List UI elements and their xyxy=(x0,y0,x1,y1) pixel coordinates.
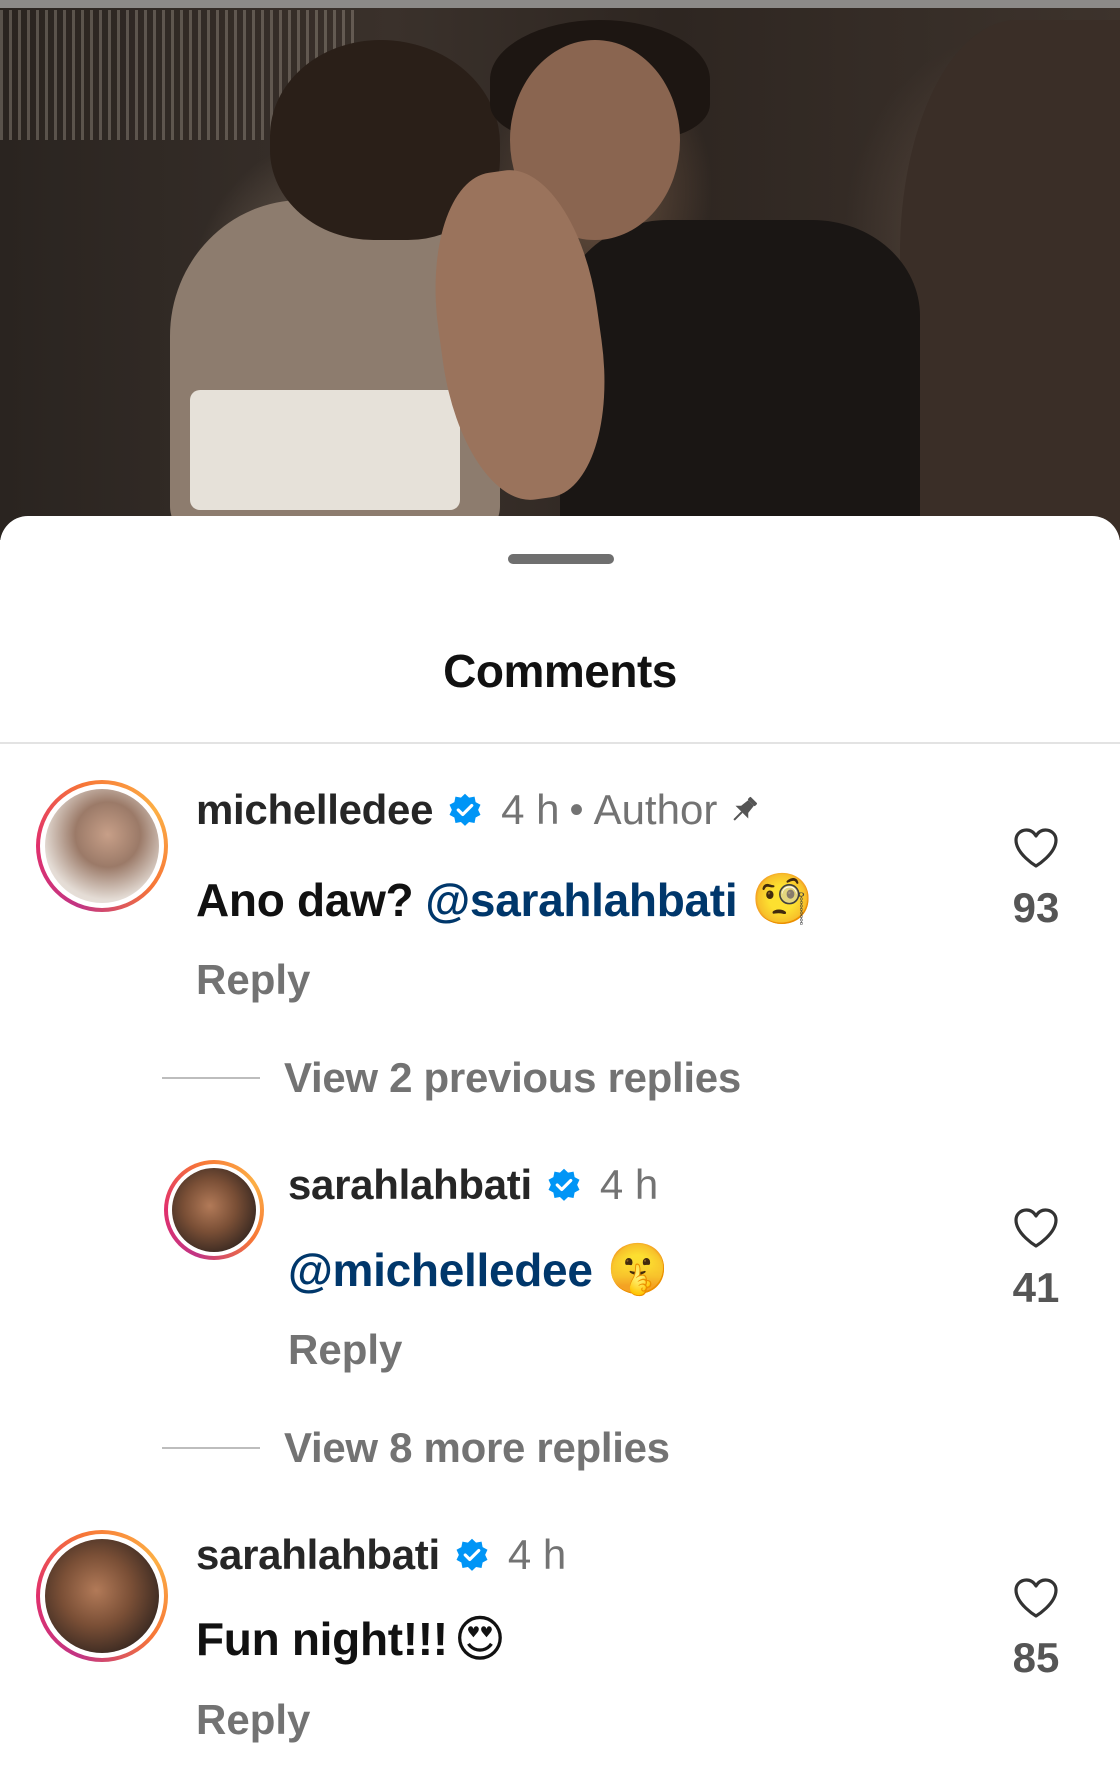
like-count: 85 xyxy=(1012,1634,1060,1681)
comment-text: Ano daw? @sarahlahbati 🧐 xyxy=(196,870,814,929)
avatar[interactable] xyxy=(36,1530,168,1662)
thread-line xyxy=(162,1447,260,1449)
comment-body: Ano daw? xyxy=(196,873,414,926)
like-control: 85 xyxy=(986,1576,1086,1682)
divider xyxy=(0,742,1120,744)
view-replies-button[interactable]: View 2 previous replies xyxy=(162,1054,741,1102)
like-control: 41 xyxy=(986,1206,1086,1312)
drag-handle[interactable] xyxy=(508,554,614,564)
view-replies-label: View 2 previous replies xyxy=(284,1054,741,1101)
like-count: 41 xyxy=(1012,1264,1060,1311)
comment-time: 4 h xyxy=(501,786,560,833)
verified-badge-icon xyxy=(548,1168,580,1201)
reply-button[interactable]: Reply xyxy=(196,956,310,1004)
comment-text: @michelledee 🤫 xyxy=(288,1240,669,1299)
heart-eyes-emoji: 😍 xyxy=(453,1610,506,1668)
reply-button[interactable]: Reply xyxy=(288,1326,402,1374)
verified-badge-icon xyxy=(456,1538,488,1571)
shushing-face-emoji: 🤫 xyxy=(606,1240,669,1298)
monocle-face-emoji: 🧐 xyxy=(751,870,814,928)
heart-icon[interactable] xyxy=(1012,1576,1060,1620)
verified-badge-icon xyxy=(449,793,481,826)
comment-text: Fun night!!! 😍 xyxy=(196,1610,506,1668)
comment-time: 4 h xyxy=(507,1531,567,1578)
view-replies-button[interactable]: View 8 more replies xyxy=(162,1424,670,1472)
comments-sheet: Comments michelledee 4 h • Author Ano da… xyxy=(0,516,1120,1785)
like-control: 93 xyxy=(986,826,1086,932)
mention-link[interactable]: @michelledee xyxy=(288,1243,593,1297)
sheet-title: Comments xyxy=(443,645,677,697)
comment-body: Fun night!!! xyxy=(196,1613,448,1665)
comment-username[interactable]: sarahlahbati xyxy=(288,1161,532,1209)
pin-icon xyxy=(733,796,758,821)
comment-username[interactable]: sarahlahbati xyxy=(196,1531,440,1579)
avatar[interactable] xyxy=(36,780,168,912)
reply-button[interactable]: Reply xyxy=(196,1696,310,1744)
comment-username[interactable]: michelledee xyxy=(196,786,433,834)
thread-line xyxy=(162,1077,260,1079)
heart-icon[interactable] xyxy=(1012,826,1060,870)
instagram-comments-screen: Comments michelledee 4 h • Author Ano da… xyxy=(0,0,1120,1785)
status-bar-strip xyxy=(0,0,1120,8)
heart-icon[interactable] xyxy=(1012,1206,1060,1250)
like-count: 93 xyxy=(1012,884,1060,931)
comment-time: 4 h xyxy=(599,1161,659,1208)
avatar[interactable] xyxy=(164,1160,264,1260)
author-badge: Author xyxy=(593,786,718,833)
post-photo[interactable] xyxy=(0,0,1120,540)
view-replies-label: View 8 more replies xyxy=(284,1424,670,1471)
separator-dot: • xyxy=(569,787,584,832)
mention-link[interactable]: @sarahlahbati xyxy=(425,873,737,927)
